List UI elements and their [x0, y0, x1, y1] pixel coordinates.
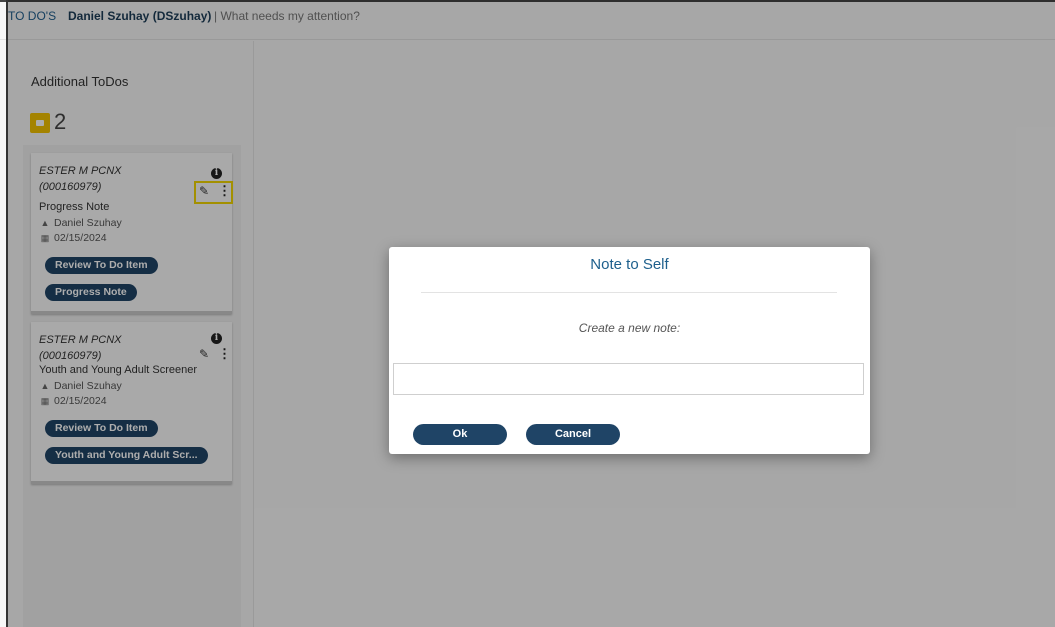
ok-button[interactable]: Ok	[413, 424, 507, 445]
dialog-divider	[421, 292, 837, 293]
dialog-prompt: Create a new note:	[578, 321, 681, 335]
dialog-title: Note to Self	[590, 256, 669, 273]
cancel-button[interactable]: Cancel	[526, 424, 620, 445]
note-input[interactable]	[393, 363, 864, 395]
note-to-self-dialog: Note to Self Create a new note: Ok Cance…	[389, 247, 870, 454]
